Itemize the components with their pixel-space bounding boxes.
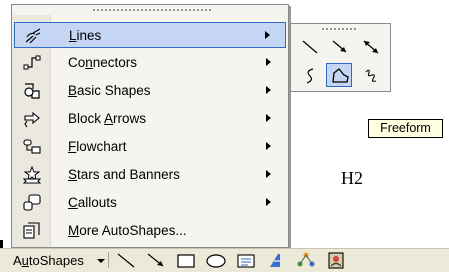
menu-item-label: Lines [69,28,102,43]
toolbar-wordart-button[interactable] [264,251,288,270]
menu-item-stars-and-banners[interactable]: Stars and Banners [14,162,286,188]
menu-item-connectors[interactable]: Connectors [14,50,286,76]
arrow-tool[interactable] [327,35,353,59]
rectangle-icon [177,254,195,268]
curve-icon [306,68,314,84]
diagram-icon [297,252,315,267]
double-arrow-tool[interactable] [358,35,384,59]
submenu-arrow-icon [266,86,271,94]
scribble-tool[interactable] [358,64,384,88]
toolbar-separator [108,252,109,268]
lines-icon [24,27,42,45]
menu-item-label: Flowchart [68,139,127,154]
freeform-icon [332,68,349,83]
document-heading-text: H2 [341,168,363,188]
curve-tool[interactable] [297,64,323,88]
oval-icon [206,254,226,268]
menu-item-label: Connectors [68,55,138,70]
toolbar-rectangle-button[interactable] [174,251,198,270]
callouts-icon [23,194,41,212]
menu-item-block-arrows[interactable]: Block Arrows [14,106,286,132]
menu-item-label: Block Arrows [68,111,147,126]
arrow-icon [332,40,347,53]
submenu-arrow-icon [266,114,271,122]
menu-item-lines[interactable]: Lines [14,22,286,48]
freeform-tool[interactable] [326,63,352,87]
double-arrow-icon [363,40,379,54]
menu-item-callouts[interactable]: Callouts [14,190,286,216]
menu-drag-grip[interactable] [92,8,212,13]
flowchart-icon [23,138,41,156]
drawing-toolbar: AutoShapes [0,248,449,272]
stars-banners-icon [23,166,41,184]
submenu-arrow-icon [265,31,270,39]
autoshapes-menu: Lines Connectors Basic Shapes Block Arro… [11,4,289,248]
more-autoshapes-icon [23,222,41,240]
toolbar-text-box-button[interactable] [234,251,258,270]
menu-item-basic-shapes[interactable]: Basic Shapes [14,78,286,104]
freeform-tooltip: Freeform [368,119,443,138]
line-icon [117,253,135,268]
lines-submenu [290,23,391,92]
toolbar-line-button[interactable] [114,251,138,270]
arrow-icon [147,253,164,267]
menu-item-label: Callouts [68,195,117,210]
block-arrows-icon [23,110,41,128]
submenu-arrow-icon [266,58,271,66]
scribble-icon [365,69,377,82]
toolbar-clip-art-button[interactable] [324,251,348,270]
connectors-icon [23,54,41,72]
line-icon [302,40,318,54]
text-box-icon [237,254,255,268]
menu-item-label: Basic Shapes [68,83,151,98]
menu-item-flowchart[interactable]: Flowchart [14,134,286,160]
menu-item-more-autoshapes[interactable]: More AutoShapes... [14,218,286,244]
autoshapes-button[interactable]: AutoShapes [13,253,84,268]
autoshapes-dropdown-icon[interactable] [97,259,105,263]
submenu-arrow-icon [266,170,271,178]
toolbar-oval-button[interactable] [204,251,228,270]
menu-item-label: More AutoShapes... [68,223,187,238]
toolbar-diagram-button[interactable] [294,251,318,270]
wordart-icon [270,254,280,267]
toolbar-arrow-button[interactable] [144,251,168,270]
line-tool[interactable] [297,35,323,59]
submenu-arrow-icon [266,142,271,150]
submenu-drag-grip[interactable] [321,27,357,31]
basic-shapes-icon [23,82,41,100]
clip-art-icon [328,252,344,269]
submenu-arrow-icon [266,198,271,206]
menu-item-label: Stars and Banners [68,167,180,182]
